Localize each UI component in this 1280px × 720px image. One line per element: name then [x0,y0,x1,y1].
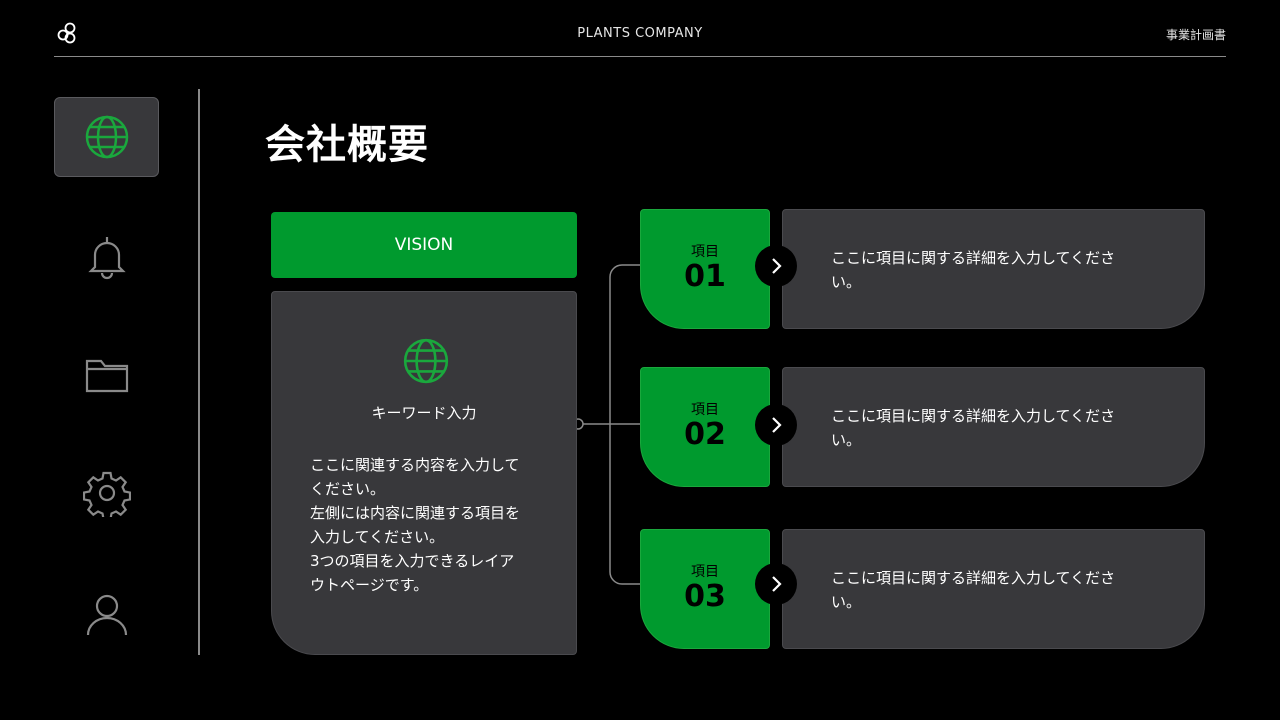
item-label: 項目 [691,402,719,418]
item-detail-card: ここに項目に関する詳細を入力してください。 [782,367,1205,487]
item-arrow-button[interactable] [755,245,797,287]
vision-keyword: キーワード入力 [371,404,477,422]
vision-card: キーワード入力 ここに関連する内容を入力して ください。 左側には内容に関連する… [271,291,577,655]
item-detail-card: ここに項目に関する詳細を入力してください。 [782,529,1205,649]
vision-header: VISION [271,212,577,278]
item-arrow-button[interactable] [755,563,797,605]
chevron-right-icon [772,576,782,592]
item-number-card: 項目 03 [640,529,770,649]
item-number: 02 [684,417,726,452]
item-detail-text: ここに項目に関する詳細を入力してください。 [831,249,1116,291]
item-label: 項目 [691,564,719,580]
item-number: 03 [684,579,726,614]
item-number-card: 項目 02 [640,367,770,487]
chevron-right-icon [772,417,782,433]
item-detail-text: ここに項目に関する詳細を入力してください。 [831,569,1116,611]
item-detail-text: ここに項目に関する詳細を入力してください。 [831,407,1116,449]
item-arrow-button[interactable] [755,404,797,446]
chevron-right-icon [772,258,782,274]
item-detail-card: ここに項目に関する詳細を入力してください。 [782,209,1205,329]
vision-description: ここに関連する内容を入力して ください。 左側には内容に関連する項目を 入力して… [310,456,521,594]
globe-icon [403,338,449,384]
item-number-card: 項目 01 [640,209,770,329]
item-number: 01 [684,259,726,294]
item-label: 項目 [691,244,719,260]
